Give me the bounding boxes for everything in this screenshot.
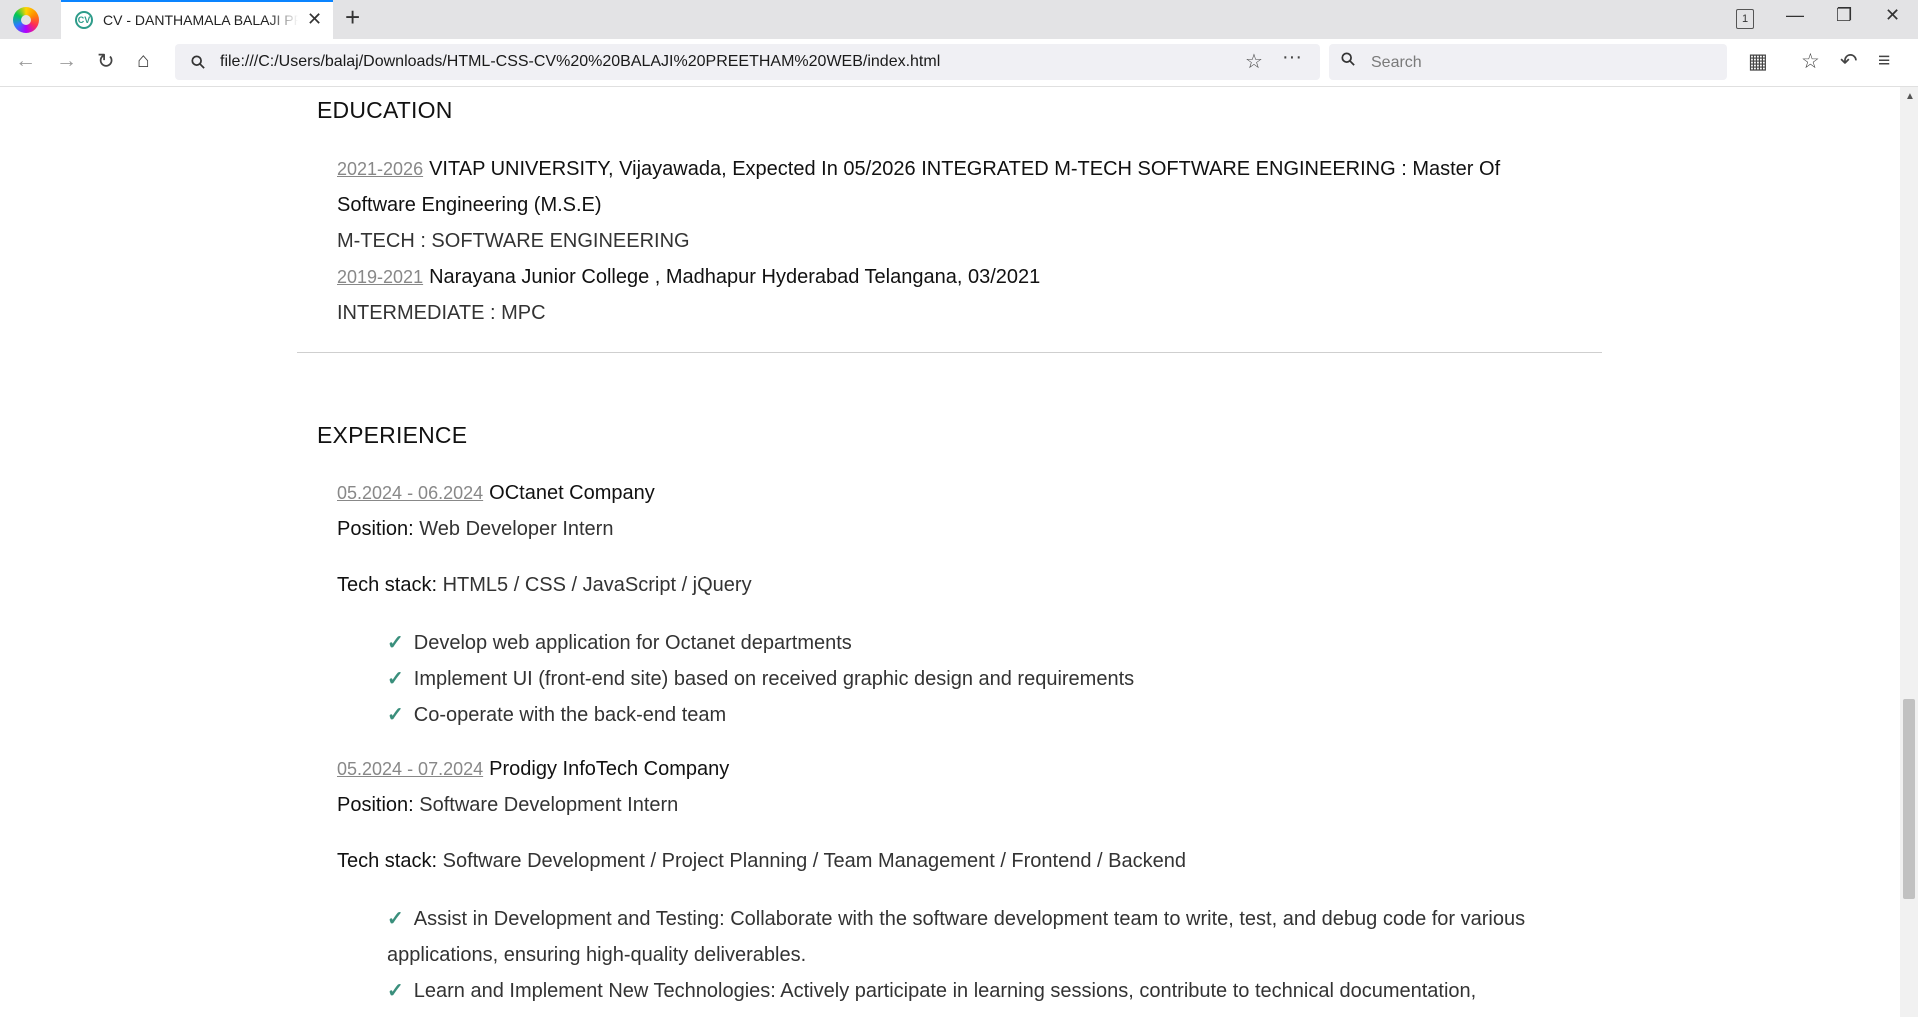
job-1-position: Position: Web Developer Intern — [337, 518, 613, 541]
job-2-header: 05.2024 - 07.2024 Prodigy InfoTech Compan… — [337, 758, 729, 781]
list-item: ✓ Assist in Development and Testing: Coll… — [387, 901, 1547, 973]
job-2-position-value: Software Development Intern — [419, 794, 679, 816]
stack-label: Tech stack: — [337, 574, 438, 596]
position-label: Position: — [337, 794, 414, 816]
menu-icon[interactable]: ≡ — [1878, 49, 1890, 73]
checkmark-icon: ✓ — [387, 704, 404, 726]
browser-logo-icon[interactable] — [13, 7, 39, 33]
scroll-up-icon[interactable]: ▲ — [1905, 91, 1915, 102]
home-icon[interactable]: ⌂ — [137, 49, 150, 73]
close-tab-icon[interactable]: ✕ — [307, 9, 322, 30]
job-1-stack-value: HTML5 / CSS / JavaScript / jQuery — [442, 574, 752, 596]
task-text: Learn and Implement New Technologies: Ac… — [413, 980, 1477, 1002]
checkmark-icon: ✓ — [387, 632, 404, 654]
restore-icon[interactable]: ❐ — [1836, 5, 1852, 26]
job-2-position: Position: Software Development Intern — [337, 794, 678, 817]
education-detail-2: INTERMEDIATE : MPC — [337, 302, 546, 324]
page-content: EDUCATION 2021-2026 VITAP UNIVERSITY, Vij… — [0, 87, 1900, 1017]
job-2-date[interactable]: 05.2024 - 07.2024 — [337, 759, 483, 779]
vertical-scrollbar[interactable]: ▲ — [1900, 87, 1918, 1017]
task-text: Co-operate with the back-end team — [413, 704, 727, 726]
education-institution-2: Narayana Junior College , Madhapur Hyder… — [429, 266, 1041, 288]
education-entry-1-line-1: 2021-2026 VITAP UNIVERSITY, Vijayawada, E… — [337, 158, 1500, 181]
task-text: Implement UI (front-end site) based on r… — [413, 668, 1135, 690]
job-1-stack: Tech stack: HTML5 / CSS / JavaScript / j… — [337, 574, 752, 597]
history-undo-icon[interactable]: ↶ — [1840, 49, 1858, 74]
job-1-company: OCtanet Company — [489, 482, 655, 504]
bookmark-star-icon[interactable]: ☆ — [1245, 49, 1263, 74]
forward-icon[interactable]: → — [56, 49, 77, 73]
list-item: ✓ Co-operate with the back-end team — [387, 697, 1547, 733]
search-input[interactable] — [1369, 50, 1713, 76]
experience-title: EXPERIENCE — [317, 422, 468, 448]
apps-grid-icon[interactable]: ▦ — [1748, 49, 1768, 74]
new-tab-icon[interactable]: + — [345, 2, 360, 33]
job-1-position-value: Web Developer Intern — [419, 518, 614, 540]
list-item: ✓ Implement UI (front-end site) based on … — [387, 661, 1547, 697]
list-item: ✓ Develop web application for Octanet dep… — [387, 625, 1547, 661]
task-text: Develop web application for Octanet depa… — [413, 632, 852, 654]
education-entry-1-line-2: Software Engineering (M.S.E) — [337, 194, 602, 217]
close-window-icon[interactable]: ✕ — [1885, 5, 1900, 26]
job-2-stack: Tech stack: Software Development / Proje… — [337, 850, 1186, 873]
favorites-icon[interactable]: ☆ — [1801, 49, 1820, 74]
job-2-company: Prodigy InfoTech Company — [489, 758, 730, 780]
search-bar[interactable] — [1329, 44, 1727, 80]
search-icon — [191, 55, 205, 69]
list-item: ✓ Learn and Implement New Technologies: A… — [387, 973, 1547, 1009]
url-text[interactable]: file:///C:/Users/balaj/Downloads/HTML-CS… — [220, 53, 940, 71]
favicon-icon: CV — [75, 11, 93, 29]
tab-bar: CV CV - DANTHAMALA BALAJI PREETHAM ✕ + 1… — [0, 0, 1918, 39]
education-entry-2: 2019-2021 Narayana Junior College , Madha… — [337, 266, 1040, 289]
minimize-icon[interactable]: — — [1786, 5, 1804, 26]
checkmark-icon: ✓ — [387, 668, 404, 690]
checkmark-icon: ✓ — [387, 908, 404, 930]
section-divider — [297, 352, 1602, 353]
tab-count-icon[interactable]: 1 — [1736, 9, 1754, 29]
checkmark-icon: ✓ — [387, 980, 404, 1002]
education-detail-1: M-TECH : SOFTWARE ENGINEERING — [337, 230, 690, 252]
stack-label: Tech stack: — [337, 850, 438, 872]
nav-bar: ← → ↻ ⌂ file:///C:/Users/balaj/Downloads… — [0, 39, 1918, 87]
back-icon[interactable]: ← — [15, 49, 36, 73]
education-institution-1-cont: Software Engineering (M.S.E) — [337, 194, 602, 216]
education-institution-1: VITAP UNIVERSITY, Vijayawada, Expected I… — [429, 158, 1501, 180]
reload-icon[interactable]: ↻ — [97, 49, 115, 74]
position-label: Position: — [337, 518, 414, 540]
education-date-2[interactable]: 2019-2021 — [337, 267, 423, 287]
job-2-stack-value: Software Development / Project Planning … — [442, 850, 1186, 872]
job-1-header: 05.2024 - 06.2024 OCtanet Company — [337, 482, 655, 505]
tab-title: CV - DANTHAMALA BALAJI PREETHAM — [103, 12, 298, 28]
scroll-thumb[interactable] — [1903, 699, 1915, 899]
active-tab[interactable]: CV CV - DANTHAMALA BALAJI PREETHAM ✕ — [61, 0, 333, 39]
education-title: EDUCATION — [317, 97, 453, 123]
task-text: Assist in Development and Testing: Colla… — [387, 908, 1526, 966]
url-bar[interactable]: file:///C:/Users/balaj/Downloads/HTML-CS… — [175, 44, 1320, 80]
search-icon — [1341, 52, 1355, 66]
education-date-1[interactable]: 2021-2026 — [337, 159, 423, 179]
job-1-date[interactable]: 05.2024 - 06.2024 — [337, 483, 483, 503]
more-options-icon[interactable]: ··· — [1282, 46, 1302, 69]
